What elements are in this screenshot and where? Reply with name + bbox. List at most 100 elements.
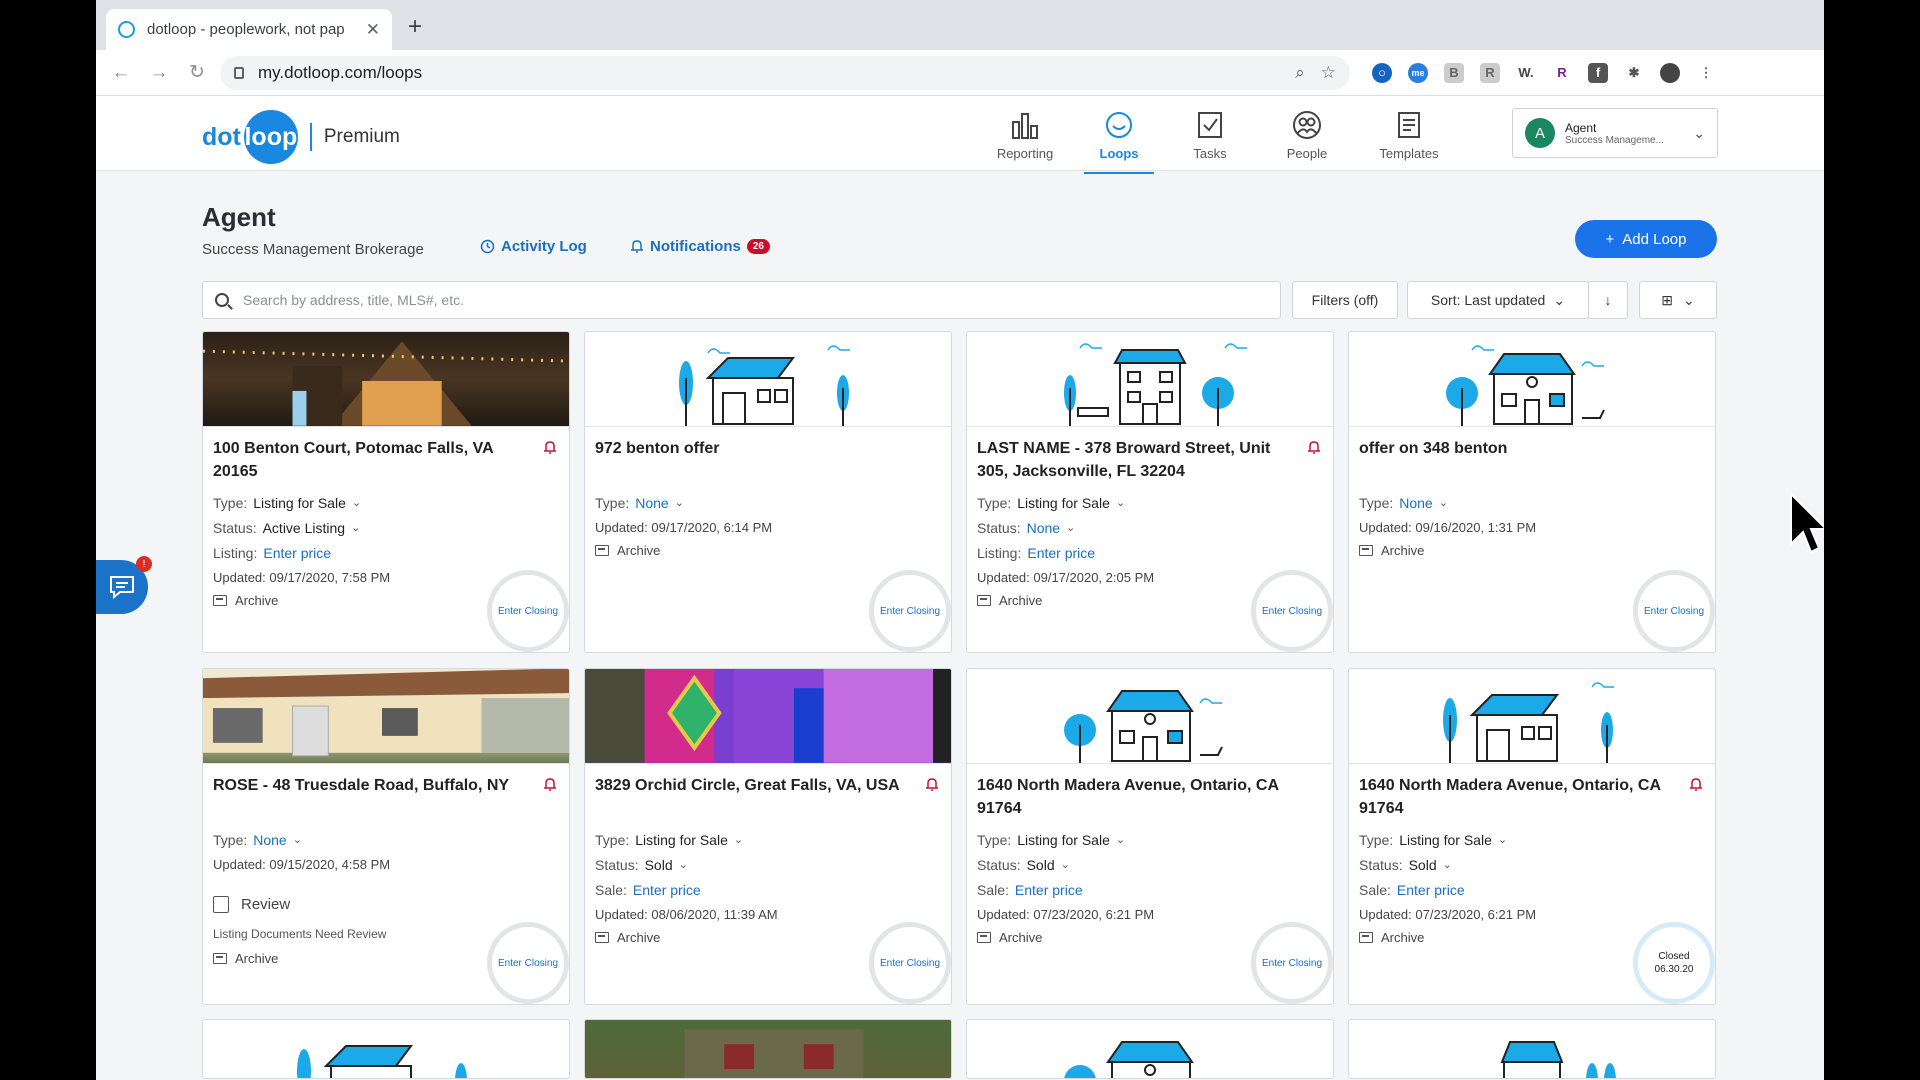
extension-r-icon[interactable]: R bbox=[1552, 63, 1572, 83]
extension-f-icon[interactable]: f bbox=[1588, 62, 1608, 83]
status-row[interactable]: Status: None ⌄ bbox=[977, 516, 1323, 539]
activity-log-link[interactable]: Activity Log bbox=[480, 238, 587, 255]
loop-title[interactable]: 100 Benton Court, Potomac Falls, VA 2016… bbox=[213, 437, 533, 483]
archive-button[interactable]: Archive bbox=[595, 543, 941, 558]
notification-bell-icon[interactable] bbox=[1307, 440, 1321, 455]
checkbox-icon bbox=[1198, 112, 1222, 138]
price-label: Listing: bbox=[213, 544, 258, 561]
enter-closing-button[interactable]: Enter Closing bbox=[487, 570, 569, 652]
enter-price-link[interactable]: Enter price bbox=[633, 882, 701, 898]
loop-title[interactable]: 3829 Orchid Circle, Great Falls, VA, USA bbox=[595, 774, 915, 820]
sort-dropdown[interactable]: Sort: Last updated ⌄ bbox=[1407, 281, 1589, 319]
notification-bell-icon[interactable] bbox=[543, 440, 557, 455]
enter-closing-button[interactable]: Enter Closing bbox=[1251, 570, 1333, 652]
loop-card[interactable] bbox=[202, 1019, 570, 1079]
bookmark-star-icon[interactable]: ☆ bbox=[1321, 63, 1336, 83]
notification-bell-icon[interactable] bbox=[1689, 777, 1703, 792]
loop-title[interactable]: 972 benton offer bbox=[595, 437, 915, 483]
enter-closing-button[interactable]: Enter Closing bbox=[869, 922, 951, 1004]
chevron-down-icon: ⌄ bbox=[1442, 859, 1452, 871]
loop-card[interactable] bbox=[1348, 1019, 1716, 1079]
loop-card[interactable]: ROSE - 48 Truesdale Road, Buffalo, NY Ty… bbox=[202, 668, 570, 1005]
extension-b-icon[interactable]: B bbox=[1444, 62, 1464, 83]
sort-direction-button[interactable]: ↓ bbox=[1588, 281, 1628, 319]
add-loop-button[interactable]: + Add Loop bbox=[1575, 220, 1717, 258]
enter-price-link[interactable]: Enter price bbox=[263, 545, 331, 561]
archive-label: Archive bbox=[999, 930, 1043, 945]
browser-tab[interactable]: dotloop - peoplework, not pap ✕ bbox=[106, 9, 392, 50]
loop-card[interactable]: 972 benton offer Type: None ⌄ Updated: 09/… bbox=[584, 331, 952, 653]
chevron-down-icon: ⌄ bbox=[1066, 522, 1076, 534]
loop-title[interactable]: 1640 North Madera Avenue, Ontario, CA 91… bbox=[977, 774, 1297, 820]
enter-closing-button[interactable]: Enter Closing bbox=[869, 570, 951, 652]
enter-price-link[interactable]: Enter price bbox=[1397, 882, 1465, 898]
extension-me-icon[interactable]: me bbox=[1408, 62, 1428, 83]
type-row[interactable]: Type: None ⌄ bbox=[213, 828, 559, 851]
updated-text: Updated: 09/17/2020, 6:14 PM bbox=[595, 520, 773, 535]
archive-icon bbox=[977, 932, 991, 943]
enter-closing-button[interactable]: Enter Closing bbox=[1251, 922, 1333, 1004]
reload-icon[interactable]: ↻ bbox=[182, 61, 212, 84]
type-row[interactable]: Type: None ⌄ bbox=[1359, 491, 1705, 514]
account-menu[interactable]: A Agent Success Manageme... ⌄ bbox=[1512, 108, 1718, 158]
chat-button[interactable]: ! bbox=[96, 556, 152, 614]
close-tab-icon[interactable]: ✕ bbox=[366, 20, 380, 40]
view-toggle-dropdown[interactable]: ⊞ ⌄ bbox=[1639, 281, 1717, 319]
loop-card[interactable]: 1640 North Madera Avenue, Ontario, CA 91… bbox=[966, 668, 1334, 1005]
nav-people[interactable]: People bbox=[1262, 110, 1352, 161]
extensions-puzzle-icon[interactable]: ✱ bbox=[1624, 63, 1644, 83]
status-row[interactable]: Status: Sold ⌄ bbox=[595, 853, 941, 876]
type-row[interactable]: Type: None ⌄ bbox=[595, 491, 941, 514]
archive-icon bbox=[595, 932, 609, 943]
search-input[interactable]: Search by address, title, MLS#, etc. bbox=[202, 281, 1281, 319]
status-row[interactable]: Status: Active Listing ⌄ bbox=[213, 516, 559, 539]
loop-title[interactable]: offer on 348 benton bbox=[1359, 437, 1679, 483]
nav-loops[interactable]: Loops bbox=[1074, 110, 1164, 174]
loop-title[interactable]: ROSE - 48 Truesdale Road, Buffalo, NY bbox=[213, 774, 533, 820]
dotloop-logo[interactable]: dot loop Premium bbox=[202, 110, 400, 164]
loop-card[interactable]: 100 Benton Court, Potomac Falls, VA 2016… bbox=[202, 331, 570, 653]
loop-card[interactable]: LAST NAME - 378 Broward Street, Unit 305… bbox=[966, 331, 1334, 653]
type-label: Type: bbox=[1359, 494, 1394, 511]
type-row[interactable]: Type: Listing for Sale ⌄ bbox=[595, 828, 941, 851]
notifications-link[interactable]: Notifications 26 bbox=[630, 238, 770, 255]
extension-w-icon[interactable]: W. bbox=[1516, 63, 1536, 83]
nav-tasks[interactable]: Tasks bbox=[1165, 110, 1255, 161]
browser-menu-icon[interactable]: ⋮ bbox=[1696, 63, 1716, 83]
loop-card[interactable] bbox=[584, 1019, 952, 1079]
loop-card[interactable]: 1640 North Madera Avenue, Ontario, CA 91… bbox=[1348, 668, 1716, 1005]
type-row[interactable]: Type: Listing for Sale ⌄ bbox=[977, 828, 1323, 851]
address-bar[interactable]: my.dotloop.com/loops ⌕ ☆ bbox=[220, 55, 1350, 90]
nav-reporting[interactable]: Reporting bbox=[980, 110, 1070, 161]
type-row[interactable]: Type: Listing for Sale ⌄ bbox=[213, 491, 559, 514]
review-button[interactable]: Review bbox=[213, 896, 559, 913]
enter-closing-button[interactable]: Enter Closing bbox=[487, 922, 569, 1004]
property-illustration bbox=[967, 669, 1333, 764]
loop-title[interactable]: 1640 North Madera Avenue, Ontario, CA 91… bbox=[1359, 774, 1679, 820]
type-row[interactable]: Type: Listing for Sale ⌄ bbox=[1359, 828, 1705, 851]
enter-price-link[interactable]: Enter price bbox=[1027, 545, 1095, 561]
loop-card[interactable] bbox=[966, 1019, 1334, 1079]
type-label: Type: bbox=[1359, 831, 1394, 848]
enter-price-link[interactable]: Enter price bbox=[1015, 882, 1083, 898]
zoom-icon[interactable]: ⌕ bbox=[1295, 63, 1305, 83]
enter-closing-button[interactable]: Enter Closing bbox=[1633, 570, 1715, 652]
notification-bell-icon[interactable] bbox=[543, 777, 557, 792]
new-tab-icon[interactable]: + bbox=[408, 13, 422, 41]
status-row[interactable]: Status: Sold ⌄ bbox=[1359, 853, 1705, 876]
status-row[interactable]: Status: Sold ⌄ bbox=[977, 853, 1323, 876]
type-row[interactable]: Type: Listing for Sale ⌄ bbox=[977, 491, 1323, 514]
property-illustration bbox=[1349, 332, 1715, 427]
archive-button[interactable]: Archive bbox=[1359, 543, 1705, 558]
nav-templates[interactable]: Templates bbox=[1364, 110, 1454, 161]
back-icon[interactable]: ← bbox=[106, 62, 136, 84]
loop-title[interactable]: LAST NAME - 378 Broward Street, Unit 305… bbox=[977, 437, 1297, 483]
forward-icon[interactable]: → bbox=[144, 62, 174, 84]
profile-avatar-icon[interactable] bbox=[1660, 62, 1680, 83]
notification-bell-icon[interactable] bbox=[925, 777, 939, 792]
filters-button[interactable]: Filters (off) bbox=[1292, 281, 1398, 319]
extension-circle-icon[interactable]: ○ bbox=[1372, 62, 1392, 83]
loop-card[interactable]: offer on 348 benton Type: None ⌄ Updated: … bbox=[1348, 331, 1716, 653]
loop-card[interactable]: 3829 Orchid Circle, Great Falls, VA, USA… bbox=[584, 668, 952, 1005]
extension-gray-icon[interactable]: R bbox=[1480, 62, 1500, 83]
